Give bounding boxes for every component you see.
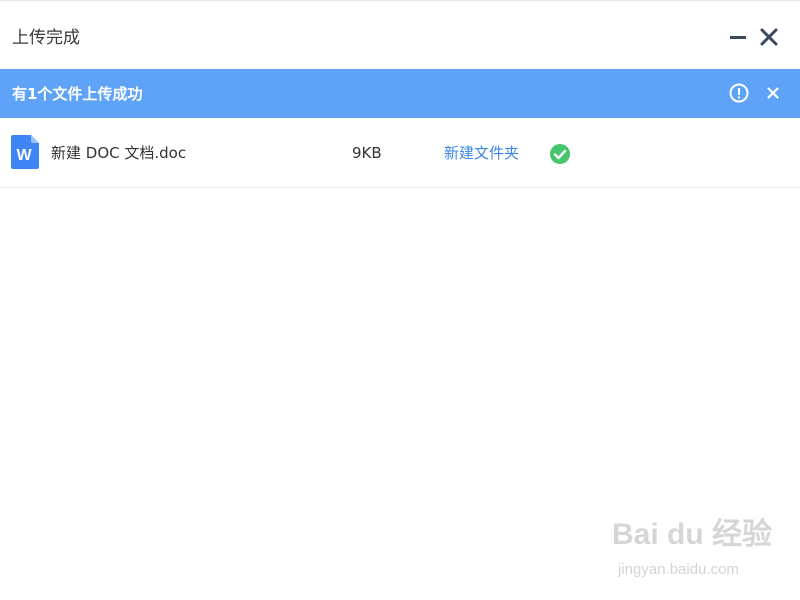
destination-folder-link[interactable]: 新建文件夹 bbox=[444, 143, 519, 163]
exclamation-circle-icon bbox=[729, 83, 749, 103]
banner-info-button[interactable] bbox=[728, 82, 750, 104]
svg-text:W: W bbox=[16, 147, 32, 164]
banner-message: 有1个文件上传成功 bbox=[12, 85, 143, 103]
watermark-url: jingyan.baidu.com bbox=[618, 561, 739, 578]
close-icon bbox=[767, 87, 779, 99]
check-circle-icon bbox=[549, 143, 571, 165]
window-title: 上传完成 bbox=[12, 28, 80, 48]
success-banner: 有1个文件上传成功 bbox=[0, 69, 800, 118]
title-bar: 上传完成 bbox=[0, 1, 800, 69]
baidu-jingyan-watermark: Bai du 经验 jingyan.baidu.com bbox=[612, 515, 782, 585]
word-doc-icon: W bbox=[11, 135, 39, 169]
file-name: 新建 DOC 文档.doc bbox=[51, 144, 187, 162]
banner-close-button[interactable] bbox=[762, 82, 784, 104]
close-window-button[interactable] bbox=[757, 25, 781, 49]
file-size: 9KB bbox=[352, 144, 382, 162]
file-list-item: W 新建 DOC 文档.doc 9KB 新建文件夹 bbox=[0, 118, 800, 188]
close-icon bbox=[760, 28, 778, 46]
upload-complete-window: 上传完成 有1个文件上传成功 W 新建 DOC 文档.doc 9KB 新建文件夹… bbox=[0, 0, 800, 600]
watermark-logo: Bai du 经验 bbox=[612, 518, 773, 551]
minimize-icon bbox=[730, 36, 746, 39]
minimize-button[interactable] bbox=[726, 25, 750, 49]
